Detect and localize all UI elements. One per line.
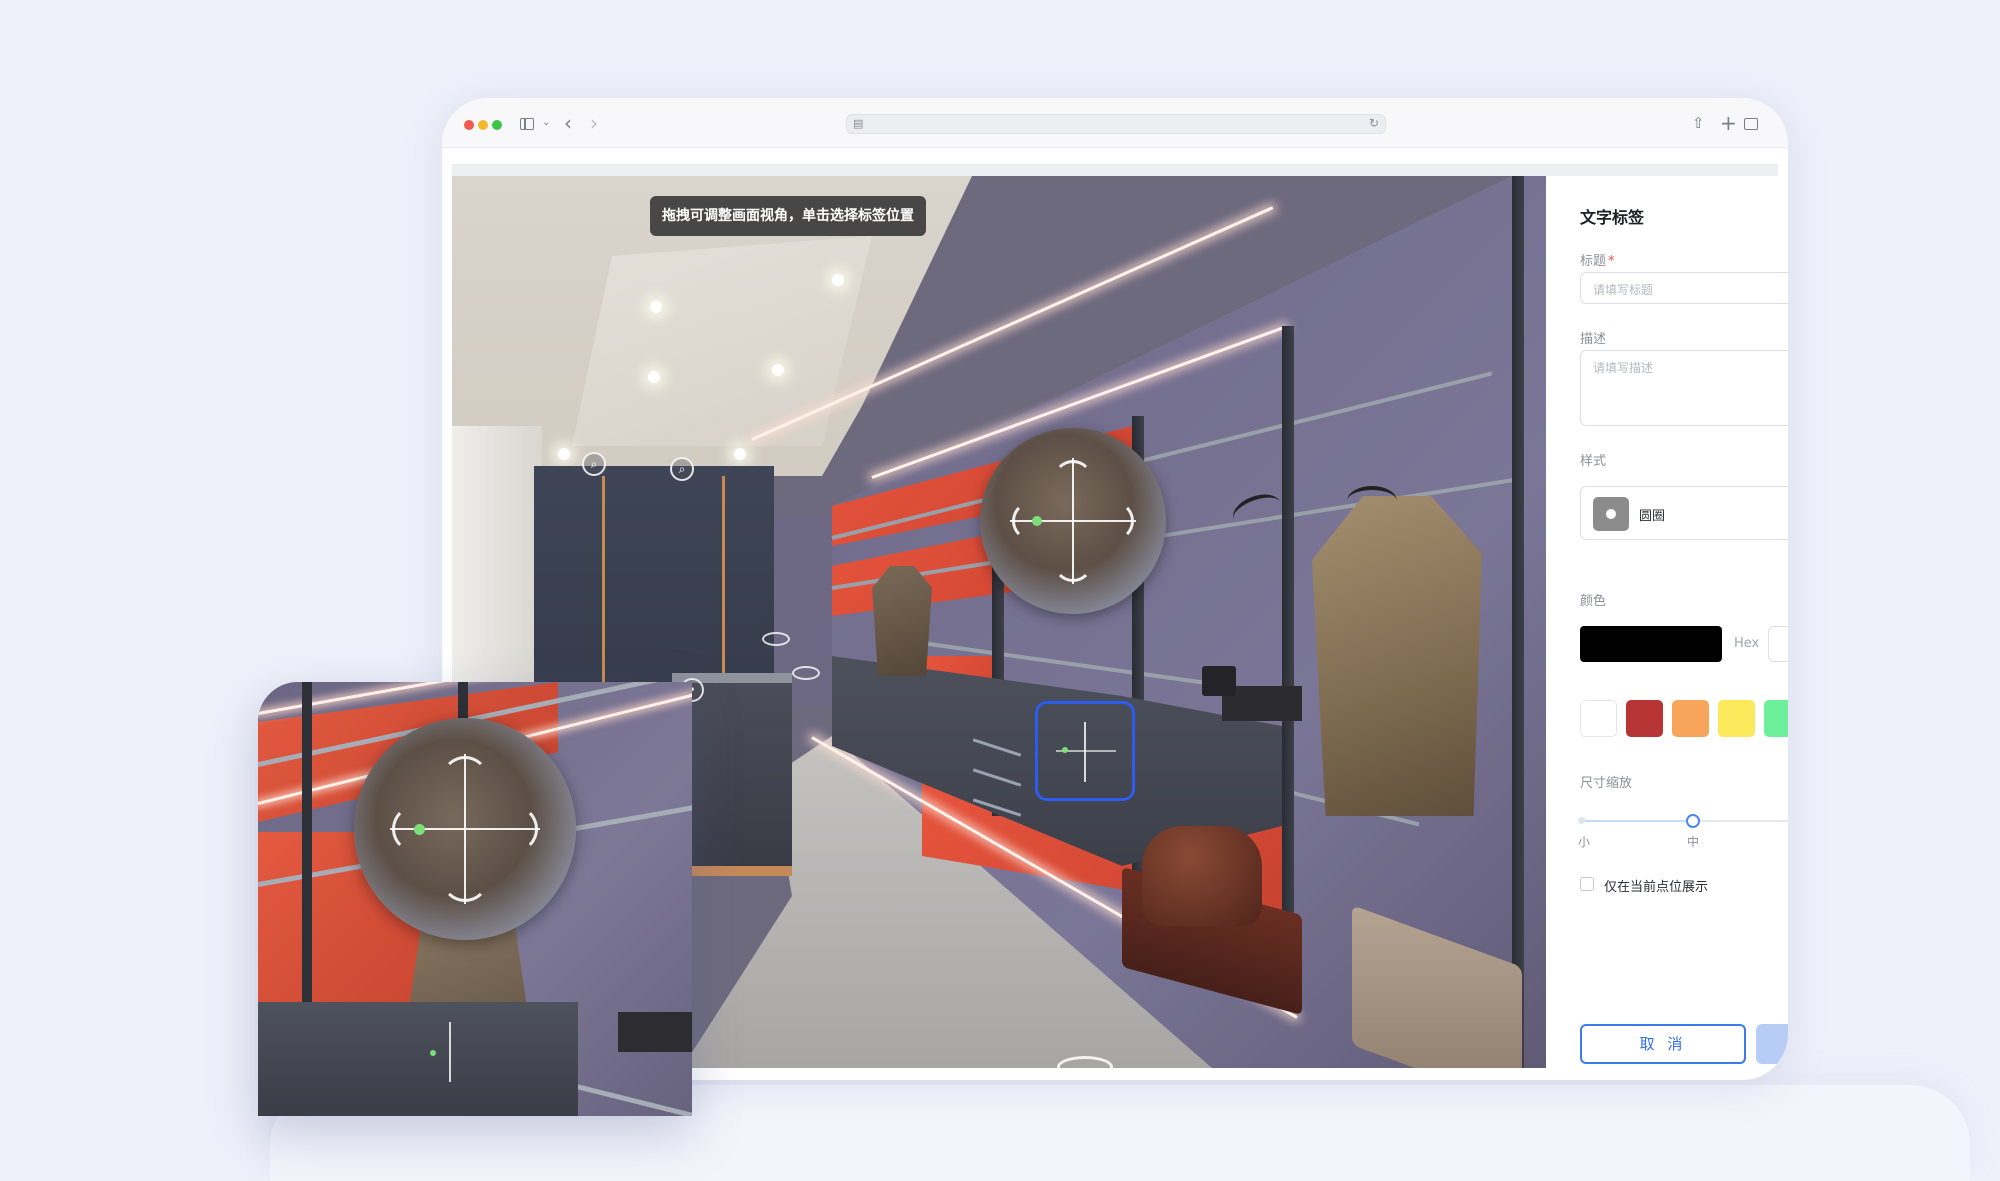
zoom-hotspot-icon[interactable]: ⌕: [582, 452, 606, 476]
required-mark: *: [1608, 254, 1615, 269]
only-current-point-checkbox[interactable]: [1580, 877, 1594, 891]
pillar: [1512, 176, 1524, 1068]
crosshair-arc: [441, 756, 489, 804]
confirm-button[interactable]: [1756, 1024, 1788, 1064]
hex-input[interactable]: [1768, 626, 1788, 662]
floor-hotspot-ring[interactable]: [762, 632, 790, 646]
ceiling-light: [734, 448, 746, 460]
size-slider-thumb[interactable]: [1686, 814, 1700, 828]
color-swatch-orange[interactable]: [1672, 700, 1709, 737]
sidebar-toggle-icon[interactable]: [520, 118, 534, 130]
size-slider-start: [1578, 817, 1585, 824]
style-select[interactable]: 圆圈: [1580, 486, 1788, 540]
title-input[interactable]: 请填写标题: [1580, 272, 1788, 304]
panel-title: 文字标签: [1580, 208, 1645, 227]
selected-color-preview[interactable]: [1580, 626, 1722, 662]
handbag: [1142, 826, 1262, 926]
ceiling-light: [648, 371, 660, 383]
address-bar[interactable]: ▤ ↻: [846, 114, 1386, 134]
description-field-label: 描述: [1580, 332, 1607, 347]
anchor-dot: [430, 1050, 436, 1056]
cancel-button[interactable]: 取 消: [1580, 1024, 1746, 1064]
style-selected-value: 圆圈: [1639, 509, 1666, 524]
hanging-jacket: [872, 566, 932, 676]
new-tab-icon[interactable]: +: [1720, 112, 1737, 134]
cosmetic-bottles: [1202, 666, 1236, 696]
size-scale-label: 尺寸缩放: [1580, 776, 1633, 791]
crosshair-vertical: [449, 1022, 451, 1082]
zoom-inset: [258, 682, 692, 1116]
title-field-label: 标题 *: [1580, 254, 1615, 269]
crosshair-vertical: [1084, 722, 1086, 782]
ceiling-light: [832, 274, 844, 286]
color-swatch-white[interactable]: [1580, 700, 1617, 737]
description-textarea[interactable]: 请填写描述: [1580, 350, 1788, 426]
circle-style-icon: [1593, 497, 1629, 531]
island-base: [682, 866, 792, 876]
placement-magnifier: [980, 428, 1166, 614]
color-swatch-red[interactable]: [1626, 700, 1663, 737]
anchor-dot: [1062, 747, 1068, 753]
size-slider-fill: [1580, 820, 1690, 822]
zoom-hotspot-icon[interactable]: ⌕: [670, 457, 694, 481]
crosshair-arc: [1053, 460, 1093, 500]
storage-box: [618, 1012, 692, 1052]
label-target-cursor[interactable]: [1035, 701, 1135, 801]
hanger: [1347, 486, 1397, 516]
ceiling-light: [650, 301, 662, 313]
reload-icon[interactable]: ↻: [1369, 116, 1379, 130]
hanging-jacket: [1312, 496, 1482, 816]
hex-label: Hex: [1734, 636, 1760, 651]
minimize-window-button[interactable]: [478, 120, 488, 130]
close-window-button[interactable]: [464, 120, 474, 130]
anchor-dot: [414, 824, 425, 835]
drawer-unit: [258, 1002, 578, 1116]
crosshair-arc: [1094, 501, 1134, 541]
pillar: [1282, 326, 1294, 1006]
share-icon[interactable]: ⇧: [1692, 112, 1705, 134]
maximize-window-button[interactable]: [492, 120, 502, 130]
size-min-label: 小: [1578, 835, 1591, 849]
label-target-cursor: [430, 1022, 470, 1082]
forward-arrow-icon[interactable]: ›: [590, 112, 598, 134]
browser-toolbar: ⌄ ‹ › ▤ ↻ ⇧ +: [442, 98, 1788, 148]
ceiling-light: [772, 364, 784, 376]
crosshair-arc: [441, 854, 489, 902]
crosshair-arc: [490, 805, 538, 853]
anchor-dot: [1032, 516, 1042, 526]
ceiling-light: [558, 448, 570, 460]
text-label-panel: 文字标签 标题 * 请填写标题 描述 请填写描述 样式 圆圈 颜色 Hex 尺寸缩…: [1556, 176, 1788, 1080]
only-current-point-label: 仅在当前点位展示: [1604, 880, 1709, 895]
page-icon: ▤: [853, 117, 864, 130]
placement-magnifier: [354, 718, 576, 940]
color-swatch-green[interactable]: [1764, 700, 1788, 737]
chevron-down-icon[interactable]: ⌄: [542, 112, 550, 134]
tab-overview-icon[interactable]: [1744, 118, 1758, 130]
crosshair-arc: [1053, 542, 1093, 582]
color-swatch-yellow[interactable]: [1718, 700, 1755, 737]
back-arrow-icon[interactable]: ‹: [564, 112, 572, 134]
style-field-label: 样式: [1580, 454, 1607, 469]
color-field-label: 颜色: [1580, 594, 1607, 609]
size-mid-label: 中: [1687, 835, 1700, 849]
floor-hotspot-ring[interactable]: [792, 666, 820, 680]
ceiling-panel: [572, 236, 872, 446]
drag-hint-tooltip: 拖拽可调整画面视角，单击选择标签位置: [650, 196, 926, 236]
header-strip: [452, 164, 1778, 176]
